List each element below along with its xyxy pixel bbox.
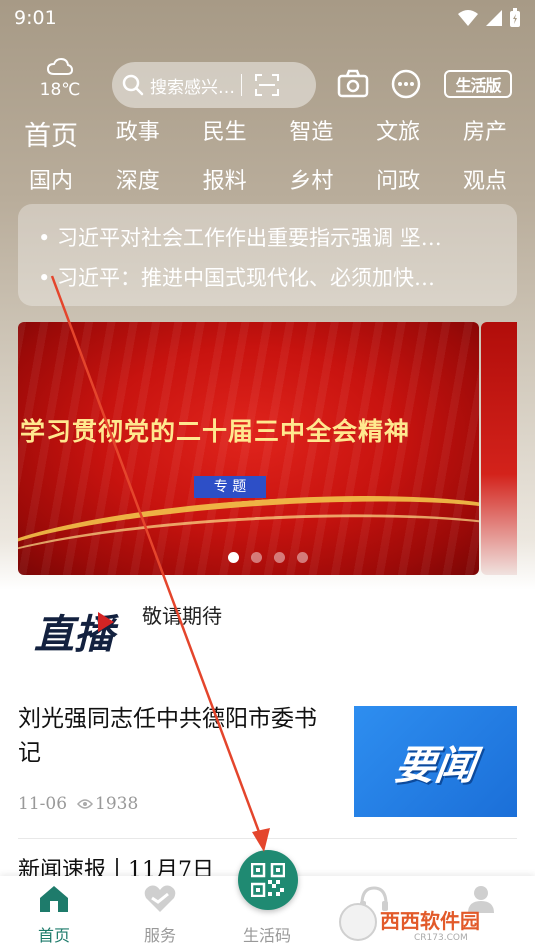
search-divider [241, 74, 242, 96]
news-meta: 11-06 1938 [18, 794, 138, 814]
tab-home[interactable]: 首页 [18, 114, 84, 153]
tab-bar-life-code[interactable]: 生活码 [227, 918, 307, 946]
carousel-dot[interactable] [297, 552, 308, 563]
tab-label: 服务 [143, 926, 176, 945]
carousel-dot[interactable] [274, 552, 285, 563]
tab-label: 生活码 [242, 926, 291, 945]
qr-code-icon [251, 863, 285, 897]
tab-manufacturing[interactable]: 智造 [278, 114, 344, 153]
search-placeholder: 搜索感兴… [150, 77, 235, 98]
wifi-icon [458, 10, 478, 26]
divider [18, 838, 517, 839]
tab-politics[interactable]: 政事 [105, 114, 171, 153]
live-logo[interactable]: 直播 [34, 604, 134, 658]
carousel-dot[interactable] [228, 552, 239, 563]
channel-nav-row-2: 国内 深度 报料 乡村 问政 观点 [18, 163, 518, 195]
banner-tag: 专 题 [194, 476, 266, 498]
cloud-icon [46, 57, 74, 75]
banner-carousel[interactable]: 学习贯彻党的二十届三中全会精神 专 题 [18, 322, 479, 575]
search-icon [122, 74, 144, 96]
watermark-subtext: CR173.COM [414, 933, 468, 943]
service-icon [144, 885, 176, 912]
watermark-logo: 西西软件园 CR173.COM [339, 903, 480, 943]
signal-icon [486, 10, 502, 26]
tab-real-estate[interactable]: 房产 [452, 114, 518, 153]
tab-label: 首页 [37, 926, 70, 945]
life-code-button[interactable] [238, 850, 298, 910]
tab-domestic[interactable]: 国内 [18, 163, 84, 195]
tab-inquiry[interactable]: 问政 [365, 163, 431, 195]
weather-temp: 18℃ [39, 80, 81, 100]
banner-title: 学习贯彻党的二十届三中全会精神 [20, 417, 411, 446]
tab-bar-service[interactable]: 服务 [120, 884, 200, 946]
weather-widget[interactable]: 18℃ [30, 57, 90, 100]
news-date: 11-06 [18, 794, 68, 814]
tab-culture-tourism[interactable]: 文旅 [365, 114, 431, 153]
tab-rural[interactable]: 乡村 [278, 163, 344, 195]
news-thumbnail[interactable]: 要闻 [354, 706, 517, 817]
headline-box: • 习近平对社会工作作出重要指示强调 坚… • 习近平：推进中国式现代化、必须加… [18, 204, 517, 306]
news-title[interactable]: 刘光强同志任中共德阳市委书记 [18, 702, 338, 770]
carousel-indicator [228, 552, 308, 563]
scan-icon[interactable] [254, 73, 280, 97]
channel-nav-row-1: 首页 政事 民生 智造 文旅 房产 [18, 114, 518, 153]
tab-opinion[interactable]: 观点 [452, 163, 518, 195]
news-views: 1938 [77, 794, 138, 814]
life-version-button[interactable]: 生活版 [444, 70, 512, 98]
eye-icon [77, 799, 94, 809]
tab-in-depth[interactable]: 深度 [105, 163, 171, 195]
camera-icon[interactable] [337, 66, 369, 102]
headline-item[interactable]: • 习近平对社会工作作出重要指示强调 坚… [38, 222, 508, 252]
chat-icon[interactable] [390, 66, 422, 102]
tab-livelihood[interactable]: 民生 [192, 114, 258, 153]
headline-item[interactable]: • 习近平：推进中国式现代化、必须加快… [38, 262, 508, 292]
status-icons [457, 8, 521, 28]
battery-icon [510, 8, 520, 27]
status-time: 9:01 [14, 7, 57, 29]
carousel-dot[interactable] [251, 552, 262, 563]
news-thumbnail-text: 要闻 [391, 742, 479, 789]
live-status-text: 敬请期待 [142, 604, 222, 628]
status-bar: 9:01 [0, 0, 535, 36]
banner-next-slide[interactable] [481, 322, 517, 575]
tab-report[interactable]: 报料 [192, 163, 258, 195]
news-view-count: 1938 [95, 794, 139, 814]
tab-bar-home[interactable]: 首页 [14, 884, 94, 946]
watermark-text: 西西软件园 [380, 909, 480, 933]
search-input[interactable]: 搜索感兴… [112, 62, 316, 108]
home-icon [40, 886, 68, 912]
